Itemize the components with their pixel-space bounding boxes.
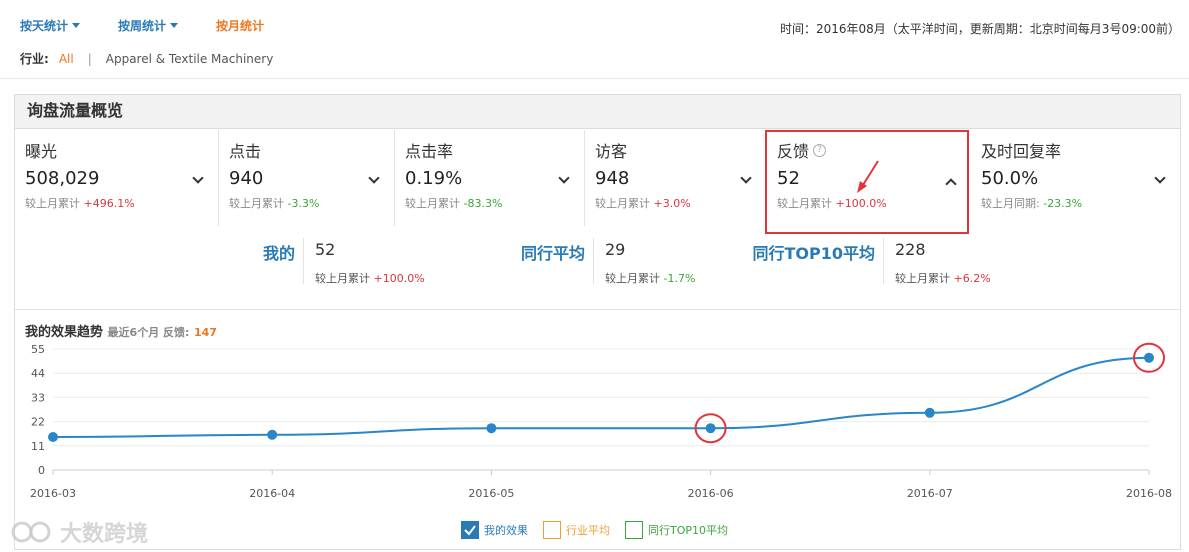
y-tick-label: 33 [31,391,45,404]
checkbox-icon[interactable] [543,521,561,539]
industry-separator: | [87,51,92,66]
time-info: 时间：2016年08月（太平洋时间，更新周期：北京时间每月3号09:00前） [780,22,1181,36]
watermark-text: 大数跨境 [60,522,149,547]
y-tick-label: 44 [31,367,45,380]
x-tick-label: 2016-07 [907,487,953,500]
tab-monthly-label: 按月统计 [216,18,265,33]
tab-daily[interactable]: 按天统计 [20,16,81,34]
legend-label: 行业平均 [566,524,610,537]
tab-monthly[interactable]: 按月统计 [216,16,264,34]
industry-all-link[interactable]: All [59,52,74,66]
data-point [924,407,935,418]
data-point [48,432,58,442]
y-tick-label: 22 [31,416,45,429]
period-tabs: 按天统计 按周统计 按月统计 [20,16,264,34]
x-tick-label: 2016-05 [468,487,514,500]
watermark-logo-icon [11,521,51,543]
y-tick-label: 55 [31,343,45,356]
x-tick-label: 2016-08 [1126,487,1172,500]
tab-daily-label: 按天统计 [20,18,69,33]
check-mark [464,525,476,536]
tab-weekly-label: 按周统计 [118,18,167,33]
caret-down-icon [72,22,81,28]
divider [0,78,1189,79]
data-point [267,429,278,440]
logo-ring [11,521,33,543]
legend-item-mine[interactable]: 我的效果 [461,521,528,539]
legend-label: 同行TOP10平均 [648,524,729,537]
checkbox-icon[interactable] [625,521,643,539]
x-tick-label: 2016-04 [249,487,295,500]
y-tick-label: 0 [38,464,45,477]
checkbox-checked-icon[interactable] [461,521,479,539]
x-tick-label: 2016-06 [688,487,734,500]
caret-down-icon [170,22,179,28]
data-point [705,423,716,434]
data-point [1144,352,1154,363]
y-tick-label: 11 [31,440,45,453]
legend-item-industry-avg[interactable]: 行业平均 [543,521,610,539]
logo-ring [29,521,51,543]
industry-category-link[interactable]: Apparel & Textile Machinery [106,52,274,66]
legend-item-top10-avg[interactable]: 同行TOP10平均 [625,521,728,539]
tab-weekly[interactable]: 按周统计 [118,16,179,34]
watermark: 大数跨境 [10,516,148,548]
trend-chart: 0 11 22 33 44 55 2016-03 2016-04 2016-05 2016-06 2… [30,342,1172,500]
data-point [486,423,497,434]
industry-filter: 行业: All | Apparel & Textile Machinery [20,50,273,67]
x-tick-label: 2016-03 [30,487,76,500]
legend-label: 我的效果 [484,524,528,537]
industry-label: 行业: [20,52,49,66]
traffic-overview-panel: 询盘流量概览 曝光 508,029 较上月累计 +496.1% 点击 940 较… [14,94,1181,550]
check-icon [464,525,476,536]
